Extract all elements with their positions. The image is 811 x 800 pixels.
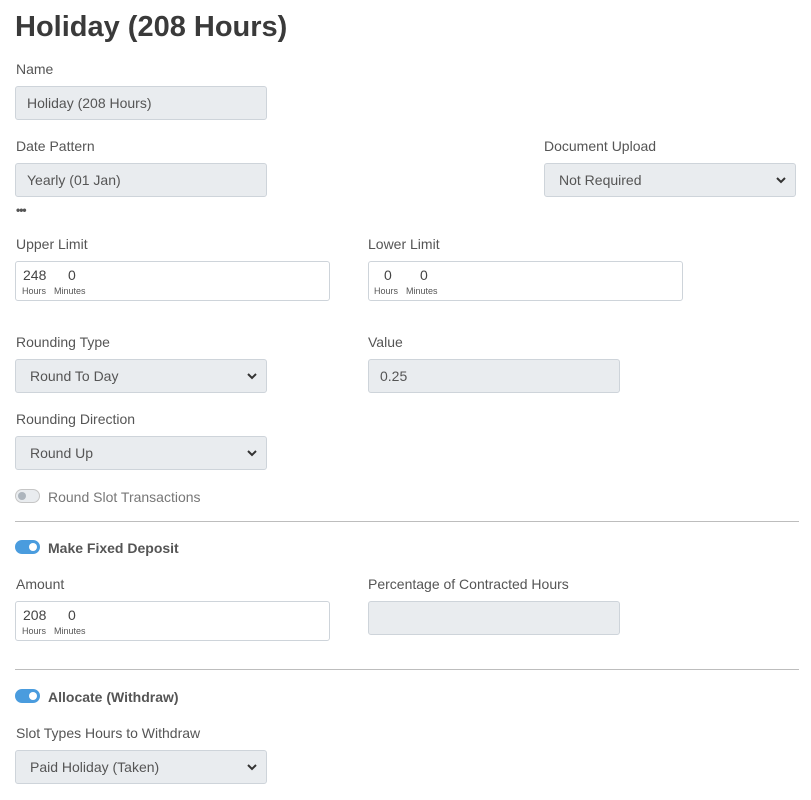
chevron-down-icon xyxy=(776,177,786,184)
allocate-label: Allocate (Withdraw) xyxy=(48,689,179,705)
slot-types-value: Paid Holiday (Taken) xyxy=(30,759,160,775)
rounding-type-select[interactable]: Round To Day xyxy=(15,359,267,393)
amount-input[interactable]: 208 0 Hours Minutes xyxy=(15,601,330,641)
percentage-field[interactable] xyxy=(368,601,620,635)
percentage-label: Percentage of Contracted Hours xyxy=(368,576,569,592)
lower-limit-hours[interactable]: 0 xyxy=(384,267,392,283)
upper-limit-input[interactable]: 248 0 Hours Minutes xyxy=(15,261,330,301)
fixed-deposit-label: Make Fixed Deposit xyxy=(48,540,179,556)
toggle-knob xyxy=(29,543,37,551)
rounding-type-value: Round To Day xyxy=(30,368,119,384)
document-upload-select[interactable]: Not Required xyxy=(544,163,796,197)
chevron-down-icon xyxy=(247,450,257,457)
minutes-unit-label: Minutes xyxy=(406,286,438,296)
lower-limit-input[interactable]: 0 0 Hours Minutes xyxy=(368,261,683,301)
value-label: Value xyxy=(368,334,403,350)
slot-types-label: Slot Types Hours to Withdraw xyxy=(16,725,201,741)
date-pattern-field[interactable]: Yearly (01 Jan) xyxy=(15,163,267,197)
value-field[interactable]: 0.25 xyxy=(368,359,620,393)
round-slot-label: Round Slot Transactions xyxy=(48,489,201,505)
document-upload-value: Not Required xyxy=(559,172,642,188)
hours-unit-label: Hours xyxy=(22,286,47,296)
chevron-down-icon xyxy=(247,764,257,771)
rounding-direction-label: Rounding Direction xyxy=(16,411,136,427)
slot-types-select[interactable]: Paid Holiday (Taken) xyxy=(15,750,267,784)
allocate-toggle[interactable] xyxy=(15,689,40,703)
page-title: Holiday (208 Hours) xyxy=(15,11,288,43)
name-field[interactable]: Holiday (208 Hours) xyxy=(15,86,267,120)
upper-limit-hours[interactable]: 248 xyxy=(23,267,46,283)
amount-label: Amount xyxy=(16,576,65,592)
section-divider xyxy=(15,521,799,522)
rounding-direction-select[interactable]: Round Up xyxy=(15,436,267,470)
round-slot-toggle[interactable] xyxy=(15,489,40,503)
minutes-unit-label: Minutes xyxy=(54,626,86,636)
date-pattern-label: Date Pattern xyxy=(16,138,95,154)
toggle-knob xyxy=(29,692,37,700)
amount-minutes[interactable]: 0 xyxy=(68,607,76,623)
upper-limit-minutes[interactable]: 0 xyxy=(68,267,76,283)
lower-limit-label: Lower Limit xyxy=(368,236,440,252)
rounding-direction-value: Round Up xyxy=(30,445,94,461)
document-upload-label: Document Upload xyxy=(544,138,657,154)
rounding-type-label: Rounding Type xyxy=(16,334,110,350)
toggle-knob xyxy=(18,492,26,500)
amount-hours[interactable]: 208 xyxy=(23,607,46,623)
section-divider xyxy=(15,669,799,670)
lower-limit-minutes[interactable]: 0 xyxy=(420,267,428,283)
hours-unit-label: Hours xyxy=(22,626,47,636)
chevron-down-icon xyxy=(247,373,257,380)
upper-limit-label: Upper Limit xyxy=(16,236,88,252)
fixed-deposit-toggle[interactable] xyxy=(15,540,40,554)
name-label: Name xyxy=(16,61,54,77)
hours-unit-label: Hours xyxy=(374,286,399,296)
minutes-unit-label: Minutes xyxy=(54,286,86,296)
date-pattern-more-icon[interactable]: ••• xyxy=(16,204,27,216)
